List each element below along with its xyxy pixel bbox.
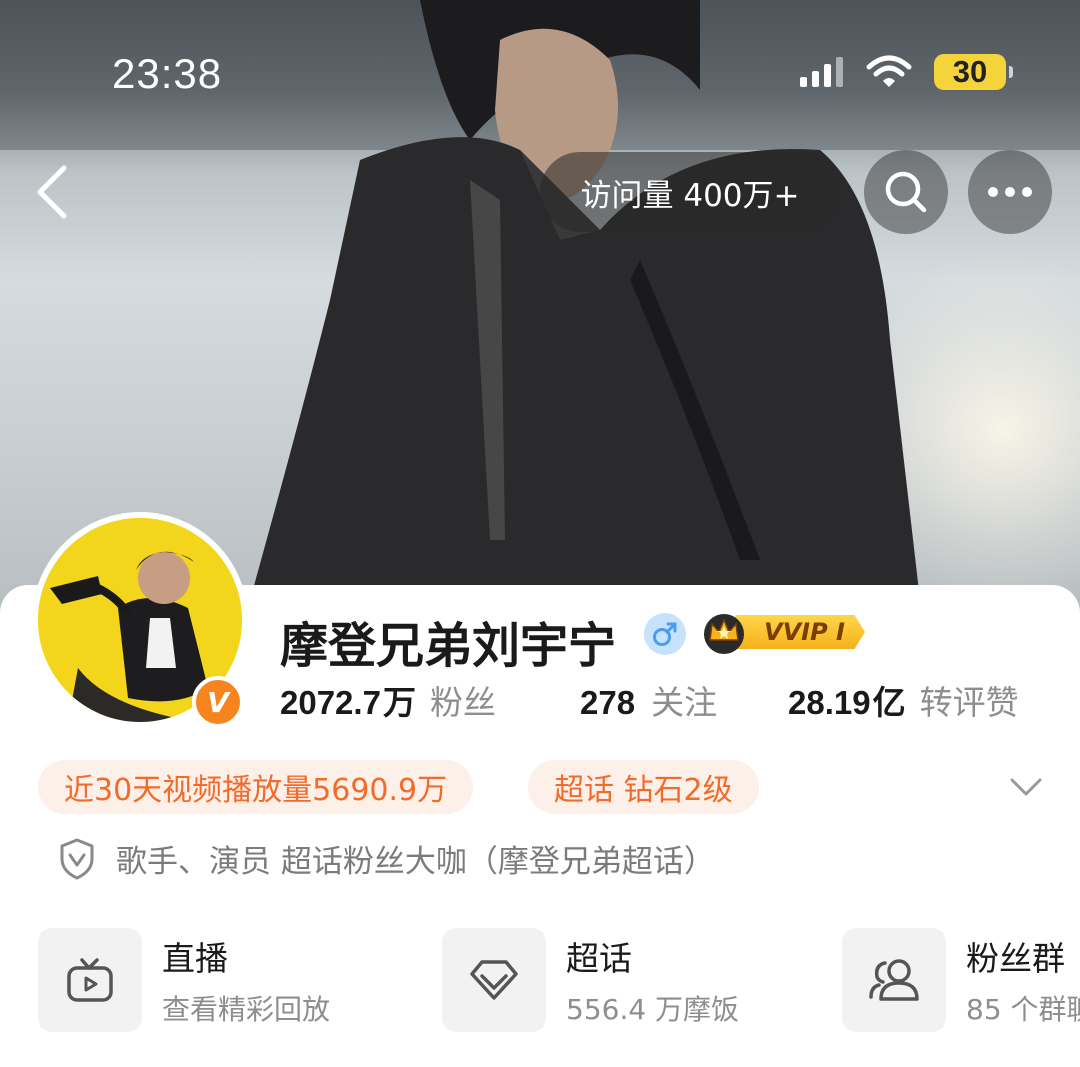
visits-count: 访问量 400万+ — [540, 152, 840, 232]
followers-label: 粉丝 — [429, 683, 496, 722]
interactions-count: 28.19 — [788, 684, 871, 721]
crown-icon — [704, 614, 744, 654]
interactions-stat[interactable]: 28.19 亿 转评赞 — [788, 676, 1019, 724]
feature-fan-groups-sub: 85 个群聊 — [966, 993, 1080, 1026]
feature-fan-groups[interactable]: 粉丝群 85 个群聊 — [842, 928, 1080, 1032]
more-icon — [988, 187, 1032, 197]
feature-supertopic[interactable]: 超话 556.4 万摩饭 — [442, 928, 822, 1032]
vvip-label: VVIP Ⅰ — [734, 615, 865, 649]
wifi-icon — [866, 55, 912, 87]
feature-live-sub: 查看精彩回放 — [162, 993, 331, 1026]
chevron-down-icon — [1010, 778, 1042, 796]
feature-fan-groups-title: 粉丝群 — [966, 939, 1065, 978]
shield-icon — [60, 838, 94, 879]
following-count: 278 — [580, 684, 636, 721]
status-icons: 30 — [800, 52, 1013, 92]
verified-badge-icon: V — [192, 676, 244, 728]
interactions-unit: 亿 — [872, 683, 906, 722]
verification-line[interactable]: 歌手、演员 超话粉丝大咖（摩登兄弟超话） — [58, 836, 715, 881]
male-gender-icon — [644, 613, 686, 655]
feature-live-title: 直播 — [162, 939, 228, 978]
back-icon — [37, 165, 67, 219]
status-time: 23:38 — [112, 50, 223, 97]
following-stat[interactable]: 278 关注 — [580, 676, 717, 724]
profile-stats: 2072.7 万 粉丝 278 关注 28.19 亿 转评赞 — [280, 676, 1060, 726]
vvip-badge[interactable]: VVIP Ⅰ — [698, 606, 865, 658]
following-label: 关注 — [651, 683, 718, 722]
followers-unit: 万 — [382, 683, 416, 722]
feature-live-icon-box — [38, 928, 142, 1032]
followers-count: 2072.7 — [280, 684, 381, 721]
supertopic-level-tag[interactable]: 超话 钻石2级 — [528, 760, 759, 814]
signal-icon — [800, 57, 843, 87]
interactions-label: 转评赞 — [919, 683, 1019, 722]
verification-text: 歌手、演员 超话粉丝大咖（摩登兄弟超话） — [116, 844, 715, 880]
video-plays-tag[interactable]: 近30天视频播放量5690.9万 — [38, 760, 474, 814]
more-button[interactable] — [968, 150, 1052, 234]
search-icon — [885, 171, 927, 213]
feature-live[interactable]: 直播 查看精彩回放 — [38, 928, 418, 1032]
profile-name: 摩登兄弟刘宇宁 — [280, 618, 617, 674]
feature-fan-groups-icon-box — [842, 928, 946, 1032]
feature-supertopic-title: 超话 — [566, 939, 632, 978]
feature-supertopic-sub: 556.4 万摩饭 — [566, 993, 740, 1026]
diamond-icon — [470, 960, 518, 1000]
battery-icon: 30 — [934, 54, 1013, 90]
followers-stat[interactable]: 2072.7 万 粉丝 — [280, 676, 496, 724]
feature-supertopic-icon-box — [442, 928, 546, 1032]
expand-button[interactable] — [1006, 770, 1046, 804]
tv-icon — [67, 958, 113, 1002]
search-button[interactable] — [864, 150, 948, 234]
back-button[interactable] — [30, 160, 74, 224]
group-icon — [869, 959, 919, 1001]
